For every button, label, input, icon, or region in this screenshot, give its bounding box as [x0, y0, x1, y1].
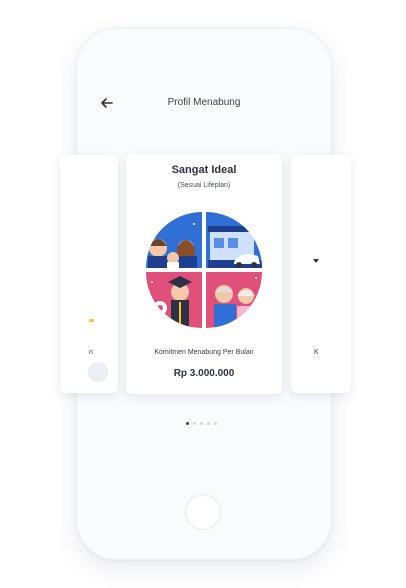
- previous-card-circle: [88, 362, 108, 382]
- back-arrow-icon[interactable]: [99, 95, 115, 111]
- previous-card-label: n: [89, 349, 93, 356]
- next-card-illustration-fragment: [313, 259, 319, 263]
- page-dot-2[interactable]: [193, 422, 196, 425]
- next-card-label: K: [314, 349, 319, 356]
- page-dot-4[interactable]: [207, 422, 210, 425]
- page-dot-3[interactable]: [200, 422, 203, 425]
- page-dot-1[interactable]: [186, 422, 189, 425]
- lifeplan-illustration: [146, 212, 262, 328]
- pagination-dots: [186, 422, 217, 428]
- page-title: Profil Menabung: [167, 97, 241, 108]
- card-subtitle: (Sesuai Lifeplan): [177, 182, 231, 189]
- commitment-amount: Rp 3.000.000: [173, 368, 235, 379]
- home-button[interactable]: [185, 494, 221, 530]
- profile-card-next[interactable]: [291, 155, 351, 393]
- card-title: Sangat Ideal: [171, 164, 237, 176]
- page-dot-5[interactable]: [214, 422, 217, 425]
- commitment-label: Komitmen Menabung Per Bulan: [154, 349, 254, 356]
- profile-card-sangat-ideal[interactable]: Sangat Ideal (Sesuai Lifeplan) Komitmen …: [126, 154, 282, 394]
- card-decoration: [89, 319, 94, 322]
- profile-card-previous[interactable]: [60, 155, 118, 393]
